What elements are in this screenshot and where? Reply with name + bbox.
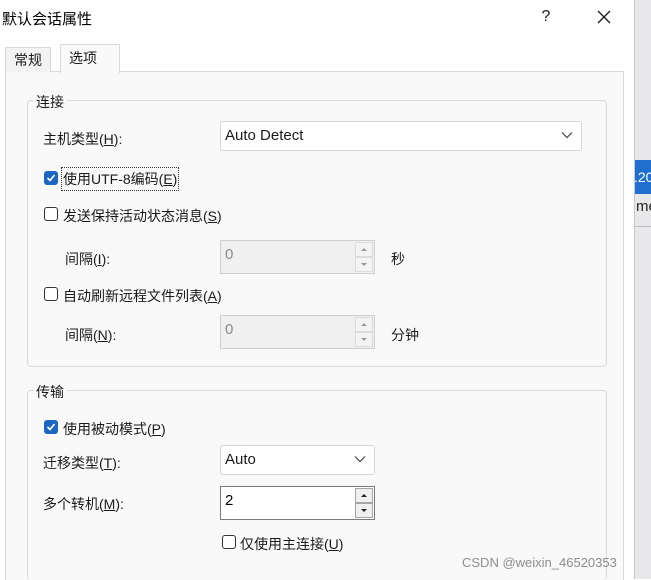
transfer-mode-label: 迁移类型(T):: [43, 455, 121, 471]
primary-only-checkbox[interactable]: [222, 535, 236, 549]
caret-up-icon: [361, 323, 367, 326]
transfer-group-title: 传输: [33, 382, 67, 402]
dialog-title: 默认会话属性: [2, 11, 93, 28]
primary-only-label[interactable]: 仅使用主连接(U): [240, 534, 343, 554]
close-button[interactable]: [590, 4, 618, 30]
session-properties-dialog: 默认会话属性 ? 常规 选项 连接 主机类型(H): Auto Detect 使…: [0, 0, 635, 580]
auto-refresh-checkbox[interactable]: [44, 287, 58, 301]
background-chip: .20: [634, 160, 651, 194]
multi-transfer-value: 2: [225, 492, 234, 509]
utf8-label[interactable]: 使用UTF-8编码(E): [60, 167, 180, 191]
tab-options[interactable]: 选项: [60, 44, 120, 73]
connection-group-title: 连接: [33, 92, 67, 112]
transfer-mode-value: Auto: [225, 451, 256, 468]
spinner-down-button[interactable]: [355, 332, 373, 347]
caret-up-icon: [361, 494, 367, 497]
seconds-unit: 秒: [391, 251, 405, 267]
checkmark-icon: [46, 174, 56, 182]
passive-mode-checkbox[interactable]: [44, 420, 58, 434]
background-text: me: [636, 198, 651, 215]
refresh-interval-value: 0: [225, 321, 234, 338]
keepalive-interval-label: 间隔(I):: [65, 251, 111, 267]
keepalive-interval-spinner[interactable]: 0: [220, 240, 375, 274]
caret-down-icon: [361, 338, 367, 341]
refresh-interval-spinner[interactable]: 0: [220, 315, 375, 349]
spinner-down-button[interactable]: [355, 503, 373, 518]
host-type-value: Auto Detect: [225, 127, 304, 144]
passive-mode-label[interactable]: 使用被动模式(P): [63, 419, 166, 439]
help-button[interactable]: ?: [530, 4, 562, 30]
keepalive-interval-value: 0: [225, 246, 234, 263]
watermark: CSDN @weixin_46520353: [462, 555, 617, 570]
minutes-unit: 分钟: [391, 327, 419, 343]
background-divider: [634, 226, 651, 227]
spinner-up-button[interactable]: [355, 317, 373, 332]
multi-transfer-spinner[interactable]: 2: [220, 486, 375, 520]
spinner-down-button[interactable]: [355, 257, 373, 272]
auto-refresh-label[interactable]: 自动刷新远程文件列表(A): [63, 286, 222, 306]
spinner-up-button[interactable]: [355, 488, 373, 503]
close-icon: [597, 10, 611, 24]
chevron-down-icon: [561, 132, 573, 139]
tab-general[interactable]: 常规: [5, 47, 51, 72]
transfer-mode-select[interactable]: Auto: [220, 445, 375, 475]
host-type-label: 主机类型(H):: [43, 131, 123, 147]
background-window: [634, 0, 651, 579]
chevron-down-icon: [354, 456, 366, 463]
spinner-up-button[interactable]: [355, 242, 373, 257]
host-type-select[interactable]: Auto Detect: [220, 121, 582, 151]
caret-down-icon: [361, 509, 367, 512]
multi-transfer-label: 多个转机(M):: [43, 496, 124, 512]
caret-down-icon: [361, 263, 367, 266]
keepalive-checkbox[interactable]: [44, 207, 58, 221]
refresh-interval-label: 间隔(N):: [65, 327, 117, 343]
utf8-checkbox[interactable]: [44, 171, 58, 185]
caret-up-icon: [361, 248, 367, 251]
keepalive-label[interactable]: 发送保持活动状态消息(S): [63, 206, 222, 226]
checkmark-icon: [46, 423, 56, 431]
